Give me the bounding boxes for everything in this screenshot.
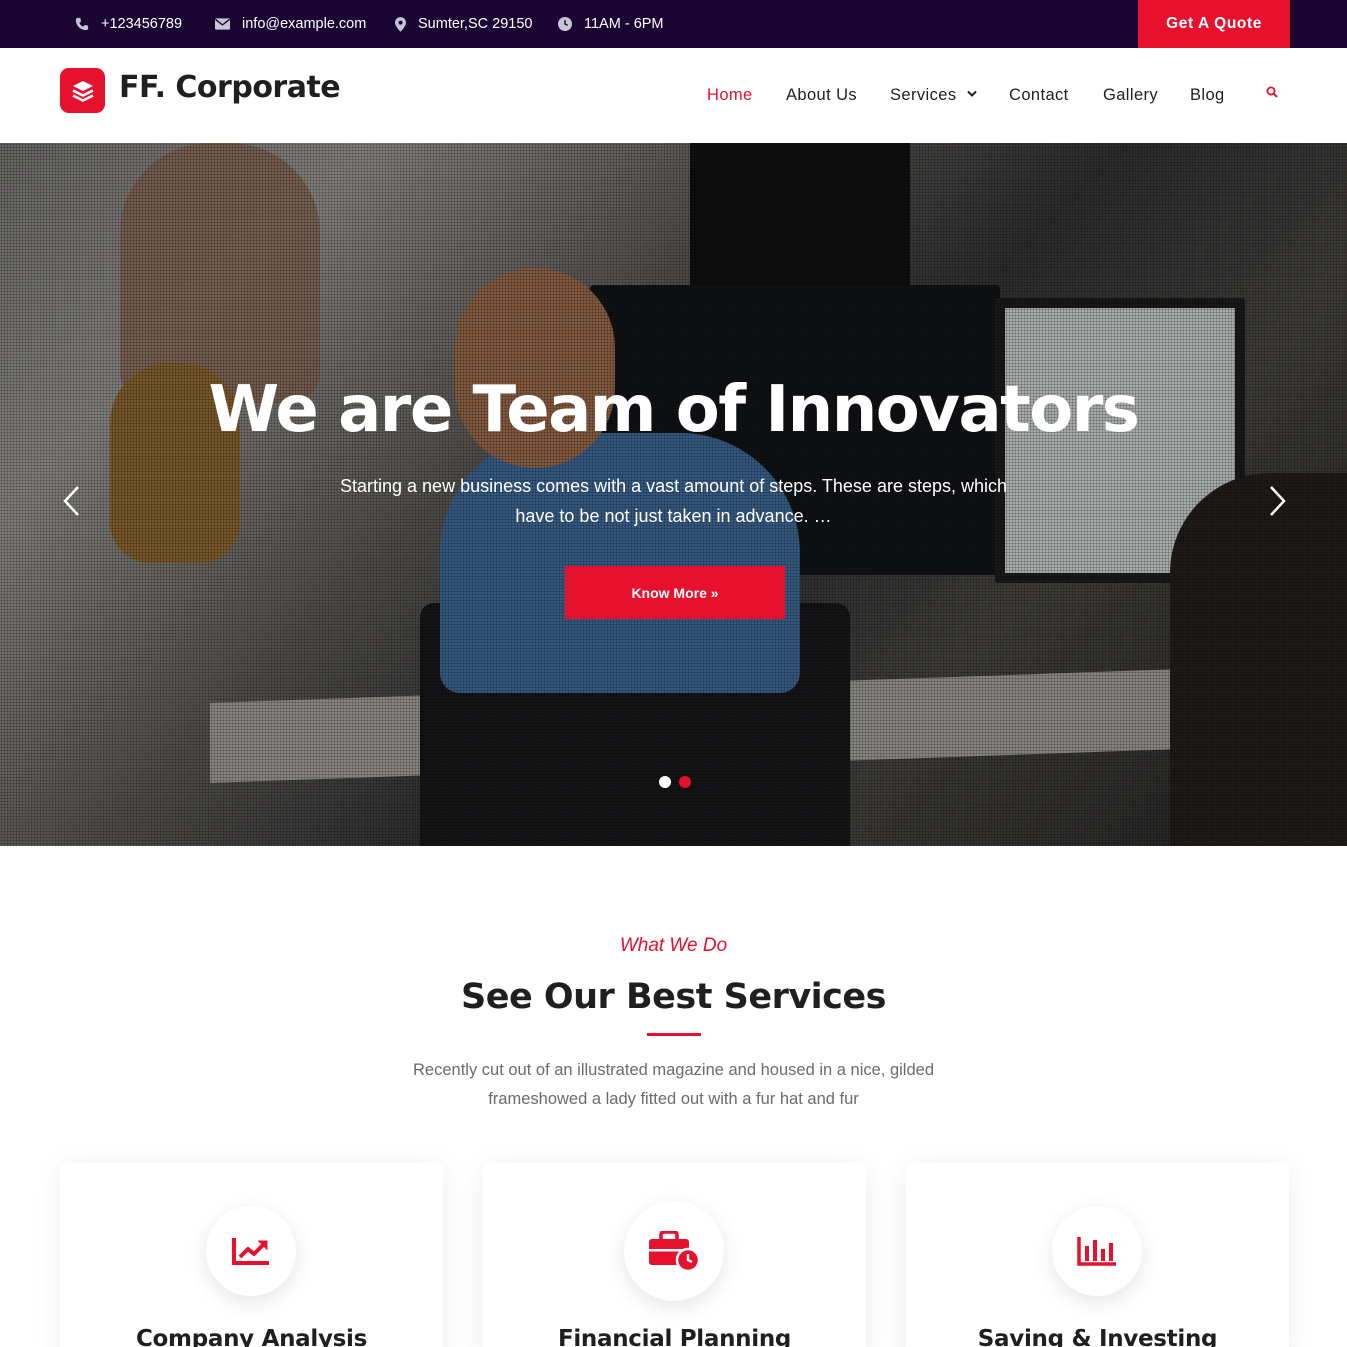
hero-title: We are Team of Innovators [208, 373, 1140, 447]
clock-icon [558, 17, 572, 31]
service-card[interactable]: Financial Planning [483, 1163, 866, 1347]
icon-circle [206, 1206, 296, 1296]
bar-chart-icon [1077, 1237, 1116, 1266]
nav-about-us[interactable]: About Us [786, 86, 857, 105]
brand-name[interactable]: FF. Corporate [119, 70, 341, 105]
icon-circle [624, 1201, 724, 1301]
card-title: Financial Planning [557, 1326, 792, 1347]
service-card[interactable]: Company Analysis [60, 1163, 443, 1347]
icon-circle [1052, 1206, 1142, 1296]
topbar-phone[interactable]: +123456789 [75, 0, 182, 48]
nav-contact[interactable]: Contact [1009, 86, 1069, 105]
topbar-address: Sumter,SC 29150 [395, 0, 532, 48]
logo-icon[interactable] [60, 68, 105, 113]
envelope-icon [215, 18, 230, 30]
prev-arrow-icon[interactable] [61, 483, 81, 519]
topbar-email[interactable]: info@example.com [215, 0, 366, 48]
know-more-button[interactable]: Know More » [565, 566, 785, 619]
section-eyebrow: What We Do [619, 935, 728, 956]
card-title: Saving & Investing [977, 1326, 1218, 1347]
hours-text: 11AM - 6PM [584, 16, 664, 32]
briefcase-clock-icon [649, 1231, 700, 1271]
nav-services[interactable]: Services [890, 86, 956, 105]
hero-slider: We are Team of Innovators Starting a new… [0, 143, 1347, 846]
email-text: info@example.com [242, 16, 367, 32]
address-text: Sumter,SC 29150 [418, 16, 533, 32]
nav-home[interactable]: Home [707, 86, 753, 105]
next-arrow-icon[interactable] [1268, 483, 1288, 519]
chart-line-icon [232, 1238, 269, 1265]
nav-blog[interactable]: Blog [1190, 86, 1225, 105]
get-quote-button[interactable]: Get A Quote [1138, 0, 1290, 48]
phone-icon [75, 17, 89, 31]
card-title: Company Analysis [135, 1326, 368, 1347]
main-header: FF. Corporate Home About Us Services Con… [0, 48, 1347, 143]
phone-text: +123456789 [101, 16, 183, 32]
title-underline [647, 1033, 701, 1036]
service-card[interactable]: Saving & Investing [906, 1163, 1289, 1347]
map-pin-icon [395, 16, 406, 32]
slide-dot-2[interactable] [679, 776, 691, 788]
nav-gallery[interactable]: Gallery [1103, 86, 1158, 105]
hero-subtitle: Starting a new business comes with a vas… [340, 476, 1008, 526]
search-icon[interactable] [1266, 86, 1278, 98]
top-bar: +123456789 info@example.com Sumter,SC 29… [0, 0, 1347, 48]
topbar-hours: 11AM - 6PM [558, 0, 664, 48]
section-description: Recently cut out of an illustrated magaz… [413, 1061, 934, 1108]
chevron-down-icon[interactable] [967, 90, 977, 98]
slide-dot-1[interactable] [659, 776, 671, 788]
section-title: See Our Best Services [461, 977, 886, 1017]
